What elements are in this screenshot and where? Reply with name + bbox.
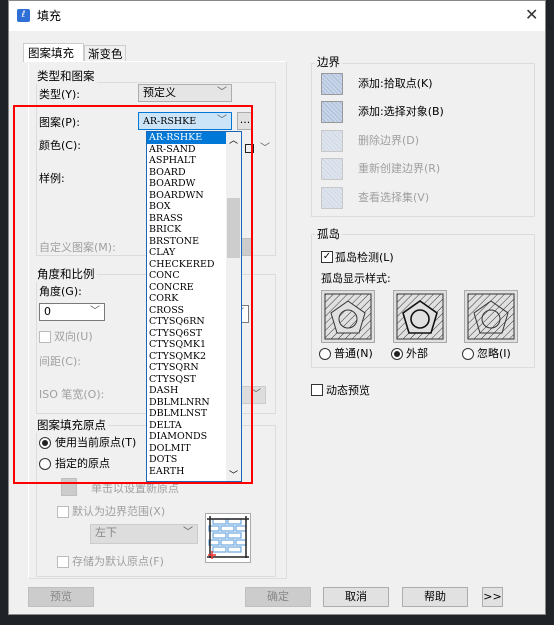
view-selection-icon[interactable] <box>321 187 343 209</box>
island-style-label: 孤岛显示样式: <box>321 272 391 285</box>
hatch-dialog: ℓ 填充 ✕ 图案填充 渐变色 类型和图案 类型(Y): 预定义 ﹀ 图案(P):… <box>8 0 546 615</box>
island-style-label: 外部 <box>406 347 428 360</box>
boundary-item-label[interactable]: 查看选择集(V) <box>358 191 429 205</box>
origin-preview-image <box>205 513 251 563</box>
chevron-down-icon[interactable]: ﹀ <box>260 142 270 156</box>
store-default-checkbox[interactable] <box>57 556 69 568</box>
boundary-group-label: 边界 <box>315 54 342 70</box>
island-style-radio[interactable] <box>391 348 403 360</box>
help-button[interactable]: 帮助 <box>402 587 468 607</box>
island-style-label: 普通(N) <box>334 347 373 360</box>
more-options-button[interactable]: >> <box>482 587 503 607</box>
island-detect-checkbox[interactable]: ✓ <box>321 251 333 263</box>
recreate-boundary-icon[interactable] <box>321 158 343 180</box>
dynamic-preview-label: 动态预览 <box>326 384 370 397</box>
window-title: 填充 <box>37 9 62 23</box>
type-label: 类型(Y): <box>39 88 81 101</box>
close-icon[interactable]: ✕ <box>525 5 538 24</box>
type-combo[interactable]: 预定义 ﹀ <box>138 84 232 102</box>
preview-button[interactable]: 预览 <box>28 587 94 607</box>
default-extent-checkbox[interactable] <box>57 506 69 518</box>
add-select-object-icon[interactable] <box>321 101 343 123</box>
island-style-1-image[interactable] <box>393 290 447 343</box>
dynamic-preview-checkbox[interactable] <box>311 384 323 396</box>
island-detect-label: 孤岛检测(L) <box>335 251 394 264</box>
tab-hatch[interactable]: 图案填充 <box>23 43 84 62</box>
set-origin-label: 单击以设置新原点 <box>91 482 179 495</box>
chevron-down-icon: ﹀ <box>183 527 193 538</box>
island-style-label: 忽略(I) <box>477 347 511 360</box>
island-group-label: 孤岛 <box>315 226 342 242</box>
store-default-label: 存储为默认原点(F) <box>72 555 164 568</box>
add-pick-point-icon[interactable] <box>321 73 343 95</box>
cancel-button[interactable]: 取消 <box>323 587 389 607</box>
default-extent-label: 默认为边界范围(X) <box>72 505 166 518</box>
highlight-box <box>13 105 253 484</box>
tab-gradient[interactable]: 渐变色 <box>84 45 126 61</box>
origin-position-combo[interactable]: 左下 ﹀ <box>90 524 198 544</box>
hatch-icon: ℓ <box>17 9 30 22</box>
title-bar: ℓ 填充 ✕ <box>9 1 545 31</box>
type-pattern-group-label: 类型和图案 <box>35 68 97 84</box>
island-style-radio[interactable] <box>319 348 331 360</box>
island-style-0-image[interactable] <box>321 290 375 343</box>
chevron-down-icon: ﹀ <box>217 87 227 98</box>
island-style-2-image[interactable] <box>464 290 518 343</box>
boundary-item-label[interactable]: 删除边界(D) <box>358 134 419 148</box>
island-style-radio[interactable] <box>462 348 474 360</box>
remove-boundary-icon[interactable] <box>321 130 343 152</box>
boundary-item-label[interactable]: 添加:选择对象(B) <box>358 105 444 119</box>
boundary-item-label[interactable]: 重新创建边界(R) <box>358 162 440 176</box>
boundary-item-label[interactable]: 添加:拾取点(K) <box>358 77 433 91</box>
ok-button[interactable]: 确定 <box>245 587 311 607</box>
